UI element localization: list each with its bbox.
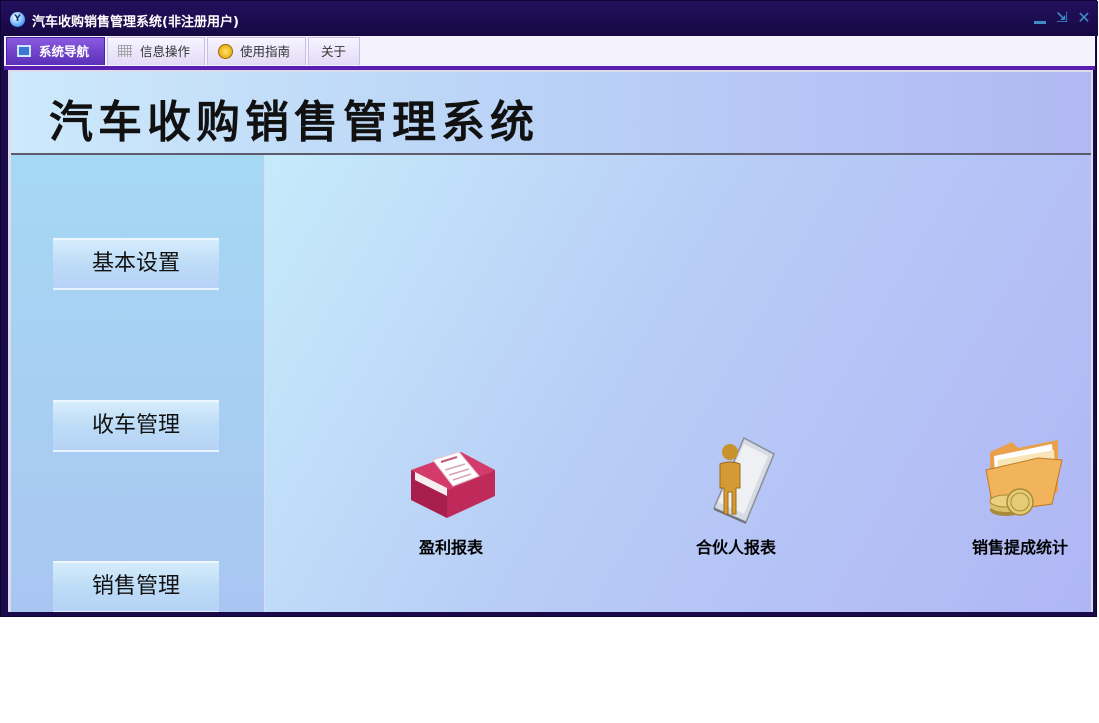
sidebar-item-basic-settings[interactable]: 基本设置 [53, 238, 219, 290]
book-icon [411, 451, 495, 518]
close-icon[interactable]: ✕ [1075, 9, 1093, 27]
tab-about[interactable]: 关于 [308, 37, 360, 65]
guide-icon [218, 44, 233, 59]
report-profit[interactable]: 盈利报表 [376, 430, 526, 560]
app-logo-icon: Y [10, 12, 25, 27]
tab-label: 使用指南 [240, 44, 291, 59]
monitor-icon [17, 45, 31, 57]
title-bar[interactable]: Y 汽车收购销售管理系统(非注册用户) ⇲ ✕ [1, 1, 1098, 36]
folder-coins-icon [985, 440, 1063, 516]
tab-info-operation[interactable]: 信息操作 [107, 37, 205, 65]
window-title: 汽车收购销售管理系统(非注册用户) [32, 15, 239, 30]
minimize-icon[interactable] [1031, 9, 1049, 27]
tab-label: 关于 [321, 44, 347, 59]
restore-icon[interactable]: ⇲ [1053, 9, 1071, 27]
report-label: 销售提成统计 [971, 538, 1068, 557]
main-content: 汽车收购销售管理系统 基本设置 收车管理 销售管理 盈利报表 合伙人报表 销售提… [8, 70, 1093, 612]
sidebar: 基本设置 收车管理 销售管理 [11, 155, 264, 612]
tab-system-navigation[interactable]: 系统导航 [6, 37, 105, 65]
person-icon [713, 436, 775, 524]
sidebar-item-sales-management[interactable]: 销售管理 [53, 561, 219, 612]
grid-icon [118, 45, 132, 57]
report-label: 盈利报表 [418, 538, 483, 557]
page-title: 汽车收购销售管理系统 [49, 97, 539, 148]
tab-user-guide[interactable]: 使用指南 [207, 37, 306, 65]
report-partner[interactable]: 合伙人报表 [661, 430, 811, 560]
dashboard-panel: 盈利报表 合伙人报表 销售提成统计 [265, 155, 1091, 612]
menu-bar: 系统导航 信息操作 使用指南 关于 [4, 36, 1095, 66]
app-window: Y 汽车收购销售管理系统(非注册用户) ⇲ ✕ 系统导航 信息操作 使用指南 关… [0, 0, 1098, 617]
report-label: 合伙人报表 [695, 538, 776, 557]
header-banner: 汽车收购销售管理系统 [11, 72, 1091, 155]
report-sales-commission[interactable]: 销售提成统计 [945, 430, 1093, 560]
tab-label: 系统导航 [39, 44, 90, 59]
sidebar-item-car-acquisition[interactable]: 收车管理 [53, 400, 219, 452]
tab-label: 信息操作 [140, 44, 191, 59]
